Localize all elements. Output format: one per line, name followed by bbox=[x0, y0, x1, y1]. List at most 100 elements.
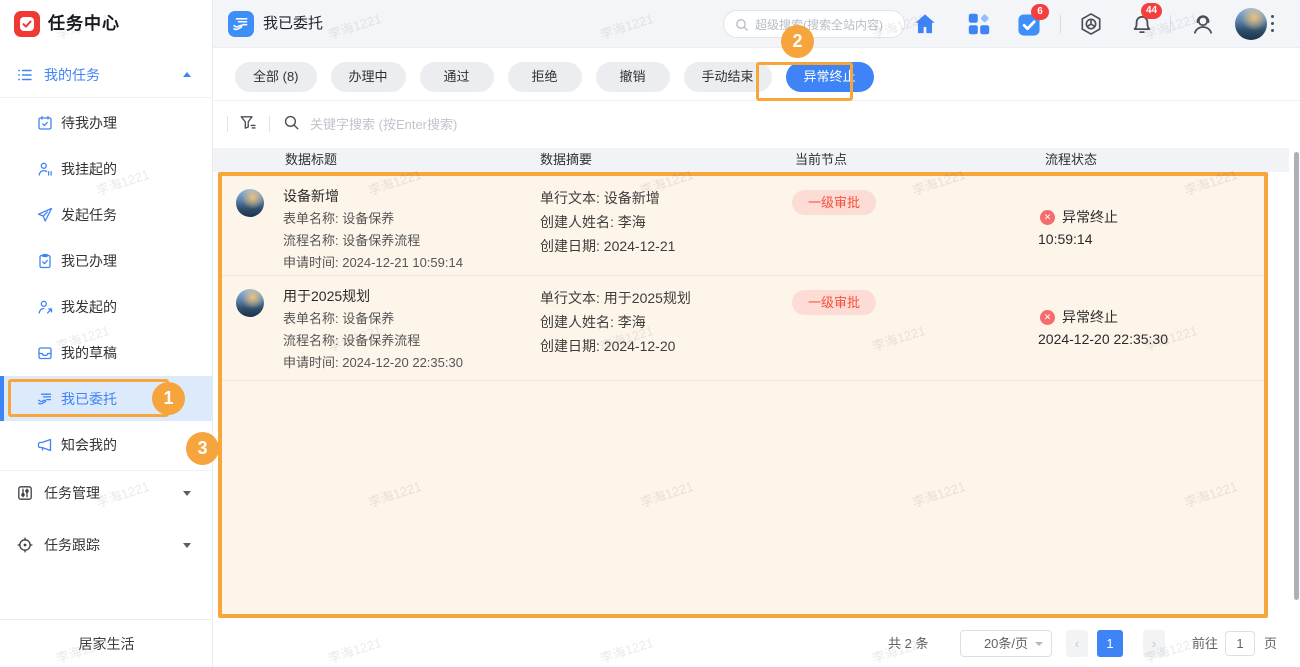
sidebar-group-my-tasks[interactable]: 我的任务 bbox=[0, 58, 213, 92]
page-title: 我已委托 bbox=[263, 0, 323, 48]
tab-manual-end[interactable]: 手动结束 bbox=[684, 62, 772, 92]
chevron-down-icon bbox=[183, 491, 191, 496]
prev-page-button[interactable] bbox=[1066, 630, 1088, 657]
goto-label: 前往 bbox=[1192, 620, 1218, 667]
column-header-summary: 数据摘要 bbox=[540, 148, 592, 172]
notification-count-badge: 44 bbox=[1141, 3, 1162, 19]
inbox-icon bbox=[37, 345, 53, 361]
search-icon bbox=[283, 114, 300, 131]
row-apply-time: 申请时间: 2024-12-20 22:35:30 bbox=[283, 352, 463, 371]
page-unit-label: 页 bbox=[1264, 620, 1277, 667]
tab-revoked[interactable]: 撤销 bbox=[596, 62, 670, 92]
chevron-down-icon bbox=[183, 543, 191, 548]
tab-in-progress[interactable]: 办理中 bbox=[331, 62, 406, 92]
table-row[interactable]: 用于2025规划 表单名称: 设备保养 流程名称: 设备保养流程 申请时间: 2… bbox=[222, 276, 1264, 380]
user-pause-icon bbox=[37, 161, 53, 177]
clipboard-check-icon bbox=[37, 253, 53, 269]
divider bbox=[1170, 15, 1171, 33]
status-time: 10:59:14 bbox=[1038, 231, 1093, 247]
sidebar-item-done[interactable]: 我已办理 bbox=[0, 238, 213, 284]
vertical-scrollbar[interactable] bbox=[1294, 152, 1299, 600]
tab-approved[interactable]: 通过 bbox=[420, 62, 494, 92]
column-header-title: 数据标题 bbox=[285, 148, 337, 172]
list-icon bbox=[17, 67, 33, 83]
row-title: 用于2025规划 bbox=[283, 286, 370, 306]
home-icon[interactable] bbox=[913, 12, 937, 36]
apps-grid-icon[interactable] bbox=[967, 12, 991, 36]
sidebar-item-drafts[interactable]: 我的草稿 bbox=[0, 330, 213, 376]
table-row[interactable]: 设备新增 表单名称: 设备保养 流程名称: 设备保养流程 申请时间: 2024-… bbox=[222, 176, 1264, 275]
error-status-icon bbox=[1040, 310, 1055, 325]
page-size-select[interactable]: 20条/页 bbox=[960, 630, 1052, 657]
hexagon-clock-icon[interactable] bbox=[1079, 12, 1103, 36]
sidebar-item-label: 我挂起的 bbox=[61, 146, 117, 192]
sidebar-item-label: 我的草稿 bbox=[61, 330, 117, 376]
divider bbox=[269, 116, 270, 132]
keyword-search-input[interactable] bbox=[308, 110, 632, 138]
status-label: 异常终止 bbox=[1062, 207, 1118, 227]
row-flow-name: 流程名称: 设备保养流程 bbox=[283, 330, 420, 349]
sidebar-item-suspended[interactable]: 我挂起的 bbox=[0, 146, 213, 192]
tab-abnormal-termination[interactable]: 异常终止 bbox=[786, 62, 874, 92]
calendar-icon bbox=[37, 115, 53, 131]
tab-rejected[interactable]: 拒绝 bbox=[508, 62, 582, 92]
more-menu-icon[interactable] bbox=[1266, 14, 1280, 34]
sidebar-group-label: 任务跟踪 bbox=[44, 528, 100, 562]
sidebar-group-task-track[interactable]: 任务跟踪 bbox=[0, 528, 213, 562]
divider bbox=[0, 470, 213, 471]
row-title: 设备新增 bbox=[283, 186, 339, 206]
page-size-value: 20条/页 bbox=[984, 636, 1028, 651]
divider bbox=[1060, 15, 1061, 33]
megaphone-icon bbox=[37, 437, 53, 453]
sidebar-item-initiated-by-me[interactable]: 我发起的 bbox=[0, 284, 213, 330]
goto-page-input[interactable] bbox=[1225, 631, 1255, 656]
global-search-input[interactable] bbox=[753, 13, 899, 37]
sidebar-item-label: 我已委托 bbox=[61, 376, 117, 422]
table-header: 数据标题 数据摘要 当前节点 流程状态 bbox=[213, 148, 1289, 172]
sidebar-item-delegated[interactable]: 我已委托 bbox=[0, 376, 213, 421]
next-page-button[interactable] bbox=[1143, 630, 1165, 657]
app-title: 任务中心 bbox=[48, 0, 120, 48]
current-page-button[interactable]: 1 bbox=[1097, 630, 1123, 657]
row-avatar bbox=[236, 189, 264, 217]
total-count-label: 共 2 条 bbox=[888, 620, 928, 667]
sidebar-item-label: 知会我的 bbox=[61, 422, 117, 468]
app-logo-icon bbox=[14, 11, 40, 37]
status-label: 异常终止 bbox=[1062, 307, 1118, 327]
row-creator: 创建人姓名: 李海 bbox=[540, 212, 646, 232]
pagination-bar: 共 2 条 20条/页 1 前往 页 bbox=[213, 620, 1300, 667]
workspace-footer[interactable]: 居家生活 bbox=[0, 619, 213, 667]
task-center-app: 任务中心 我的任务 待我办理 bbox=[0, 0, 1300, 667]
row-single-line-text: 单行文本: 用于2025规划 bbox=[540, 288, 691, 308]
sidebar-group-task-manage[interactable]: 任务管理 bbox=[0, 476, 213, 510]
delegated-page-icon bbox=[228, 11, 254, 37]
sidebar-item-initiate-task[interactable]: 发起任务 bbox=[0, 192, 213, 238]
row-form-name: 表单名称: 设备保养 bbox=[283, 308, 394, 327]
sidebar-item-cc-me[interactable]: 知会我的 bbox=[0, 422, 213, 468]
row-avatar bbox=[236, 289, 264, 317]
global-search[interactable] bbox=[723, 10, 905, 38]
sliders-icon bbox=[17, 485, 33, 501]
user-avatar[interactable] bbox=[1235, 8, 1267, 40]
topbar: 我已委托 6 bbox=[213, 0, 1300, 48]
sidebar-item-label: 我已办理 bbox=[61, 238, 117, 284]
filter-funnel-icon[interactable] bbox=[239, 114, 257, 132]
row-create-date: 创建日期: 2024-12-20 bbox=[540, 336, 675, 356]
chevron-down-icon bbox=[1035, 642, 1043, 646]
divider bbox=[0, 97, 213, 98]
sidebar-item-todo[interactable]: 待我办理 bbox=[0, 100, 213, 146]
table-body-highlighted: 设备新增 表单名称: 设备保养 流程名称: 设备保养流程 申请时间: 2024-… bbox=[218, 172, 1268, 618]
sidebar-item-label: 我发起的 bbox=[61, 284, 117, 330]
delegate-hand-icon bbox=[37, 391, 53, 407]
chevron-up-icon bbox=[183, 72, 191, 77]
tab-all[interactable]: 全部 (8) bbox=[235, 62, 317, 92]
sidebar-group-label: 我的任务 bbox=[44, 58, 100, 92]
column-header-node: 当前节点 bbox=[795, 148, 847, 172]
user-arrow-icon bbox=[37, 299, 53, 315]
row-creator: 创建人姓名: 李海 bbox=[540, 312, 646, 332]
divider bbox=[222, 380, 1264, 381]
row-create-date: 创建日期: 2024-12-21 bbox=[540, 236, 675, 256]
customer-service-icon[interactable] bbox=[1191, 12, 1215, 36]
paper-plane-icon bbox=[37, 207, 53, 223]
row-form-name: 表单名称: 设备保养 bbox=[283, 208, 394, 227]
